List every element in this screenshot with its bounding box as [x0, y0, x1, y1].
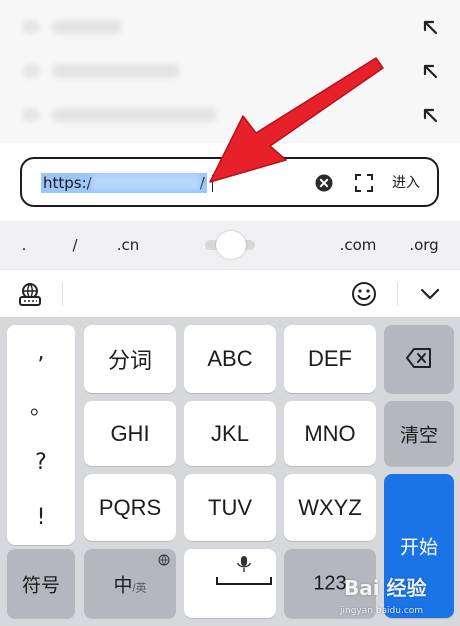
toggle-knob	[216, 231, 246, 259]
punct-question[interactable]: ?	[7, 435, 75, 490]
suggestion-item[interactable]	[0, 93, 460, 137]
language-switch-button[interactable]: 中/英	[84, 549, 176, 618]
lang-sub: /英	[132, 582, 147, 594]
backspace-button[interactable]	[384, 325, 454, 393]
key-label: 分词	[107, 348, 152, 373]
key-label: 中/英	[84, 570, 176, 597]
watermark: Bai 经验 jingyan.baidu.com	[330, 568, 458, 626]
url-input[interactable]: https:/ / 进入	[20, 157, 439, 207]
key-label: DEF	[308, 346, 352, 371]
quick-key-cn[interactable]: .cn	[108, 233, 148, 257]
key-label: WXYZ	[298, 494, 362, 520]
symbols-button[interactable]: 符号	[7, 549, 75, 618]
space-icon	[216, 577, 272, 585]
clear-button[interactable]: 清空	[384, 401, 454, 466]
key-jkl[interactable]: JKL	[184, 401, 276, 466]
emoji-icon[interactable]	[350, 280, 378, 308]
fullscreen-icon[interactable]	[353, 172, 375, 194]
keyboard-toolbar	[0, 269, 460, 317]
watermark-sub: jingyan.baidu.com	[340, 606, 424, 616]
punct-period[interactable]: 。	[7, 380, 75, 435]
key-def[interactable]: DEF	[284, 325, 376, 393]
key-tuv[interactable]: TUV	[184, 474, 276, 541]
key-abc[interactable]: ABC	[184, 325, 276, 393]
globe-icon	[158, 554, 170, 566]
enter-button[interactable]: 进入	[386, 169, 426, 197]
url-blurred-segment	[91, 174, 200, 190]
key-label: GHI	[110, 420, 150, 446]
key-label: 清空	[399, 425, 438, 446]
quick-bar-toggle[interactable]	[205, 231, 255, 259]
key-label: PQRS	[98, 494, 162, 520]
key-label: 开始	[399, 537, 438, 559]
key-mno[interactable]: MNO	[284, 401, 376, 466]
toolbar-divider	[397, 282, 398, 306]
key-ghi[interactable]: GHI	[84, 401, 176, 466]
chevron-down-icon[interactable]	[416, 280, 444, 308]
suggestion-item[interactable]	[0, 5, 460, 49]
arrow-up-left-icon[interactable]	[418, 15, 442, 39]
microphone-icon	[237, 556, 251, 572]
watermark-main: Bai 经验	[344, 576, 427, 600]
arrow-up-left-icon[interactable]	[418, 59, 442, 83]
url-value-end: /	[199, 174, 205, 192]
quick-key-dot[interactable]: .	[14, 233, 34, 257]
url-selected-text[interactable]: https:/ /	[41, 173, 207, 193]
quick-symbol-bar: . / .cn .com .org	[0, 221, 460, 269]
quick-key-com[interactable]: .com	[334, 233, 382, 257]
suggestion-item[interactable]	[0, 49, 460, 93]
keyboard-globe-icon[interactable]	[16, 280, 44, 308]
key-label: 符号	[21, 575, 60, 596]
suggestion-text-blurred	[52, 20, 122, 34]
key-wxyz[interactable]: WXYZ	[284, 474, 376, 541]
punct-comma[interactable]: ,	[7, 325, 75, 380]
key-label: TUV	[208, 494, 252, 520]
suggestion-list	[0, 0, 460, 143]
url-bar-area: https:/ / 进入	[0, 143, 460, 221]
key-fenci[interactable]: 分词	[84, 325, 176, 393]
lang-main: 中	[113, 575, 133, 596]
url-value: https:/	[43, 174, 92, 192]
close-circle-icon[interactable]	[314, 173, 334, 193]
punctuation-column[interactable]: , 。 ? !	[7, 325, 75, 545]
key-label: MNO	[304, 420, 356, 446]
arrow-up-left-icon[interactable]	[418, 103, 442, 127]
key-pqrs[interactable]: PQRS	[84, 474, 176, 541]
punct-exclaim[interactable]: !	[7, 490, 75, 545]
key-label: JKL	[211, 420, 249, 446]
quick-key-org[interactable]: .org	[402, 233, 446, 257]
text-cursor	[212, 175, 213, 192]
quick-key-slash[interactable]: /	[64, 233, 86, 257]
suggestion-icon	[22, 20, 40, 34]
space-button[interactable]	[184, 549, 276, 618]
suggestion-icon	[22, 64, 40, 78]
suggestion-text-blurred	[52, 108, 217, 122]
toolbar-divider	[62, 282, 63, 306]
suggestion-text-blurred	[52, 64, 180, 78]
backspace-icon	[406, 348, 431, 368]
key-label: ABC	[207, 346, 253, 371]
suggestion-icon	[22, 108, 40, 122]
